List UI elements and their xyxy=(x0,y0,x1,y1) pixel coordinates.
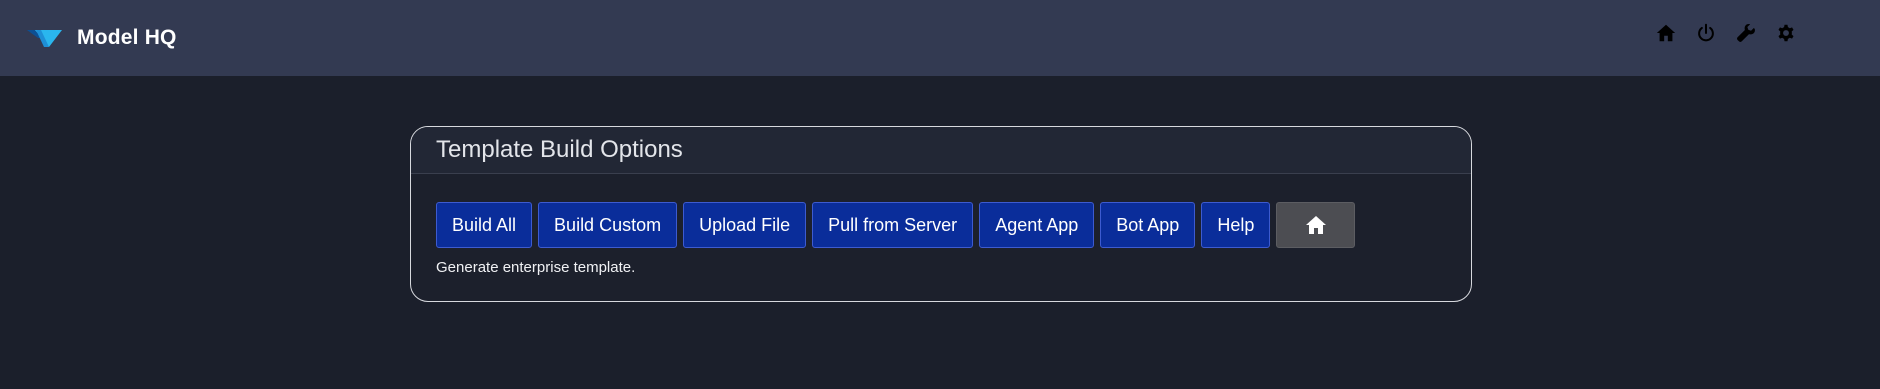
top-navbar: Model HQ xyxy=(0,0,1880,76)
home-icon xyxy=(1305,216,1326,234)
build-options-button-row: Build All Build Custom Upload File Pull … xyxy=(436,202,1471,248)
brand[interactable]: Model HQ xyxy=(27,22,177,54)
app-title: Model HQ xyxy=(77,26,177,49)
wrench-icon[interactable] xyxy=(1732,19,1760,47)
agent-app-button[interactable]: Agent App xyxy=(979,202,1095,248)
panel-header: Template Build Options xyxy=(411,127,1471,174)
build-custom-button[interactable]: Build Custom xyxy=(538,202,678,248)
gear-icon[interactable] xyxy=(1772,19,1800,47)
home-icon[interactable] xyxy=(1652,19,1680,47)
model-hq-logo-icon xyxy=(27,30,62,47)
panel-title: Template Build Options xyxy=(436,136,683,163)
option-description: Generate enterprise template. xyxy=(436,259,636,276)
bot-app-button[interactable]: Bot App xyxy=(1100,202,1196,248)
home-button[interactable] xyxy=(1276,202,1356,248)
template-build-options-panel: Template Build Options Build All Build C… xyxy=(410,126,1472,302)
build-all-button[interactable]: Build All xyxy=(436,202,533,248)
header-toolbar xyxy=(1652,19,1812,47)
power-icon[interactable] xyxy=(1692,19,1720,47)
help-button[interactable]: Help xyxy=(1201,202,1271,248)
upload-file-button[interactable]: Upload File xyxy=(683,202,807,248)
panel-body: Build All Build Custom Upload File Pull … xyxy=(411,174,1471,276)
pull-from-server-button[interactable]: Pull from Server xyxy=(812,202,974,248)
